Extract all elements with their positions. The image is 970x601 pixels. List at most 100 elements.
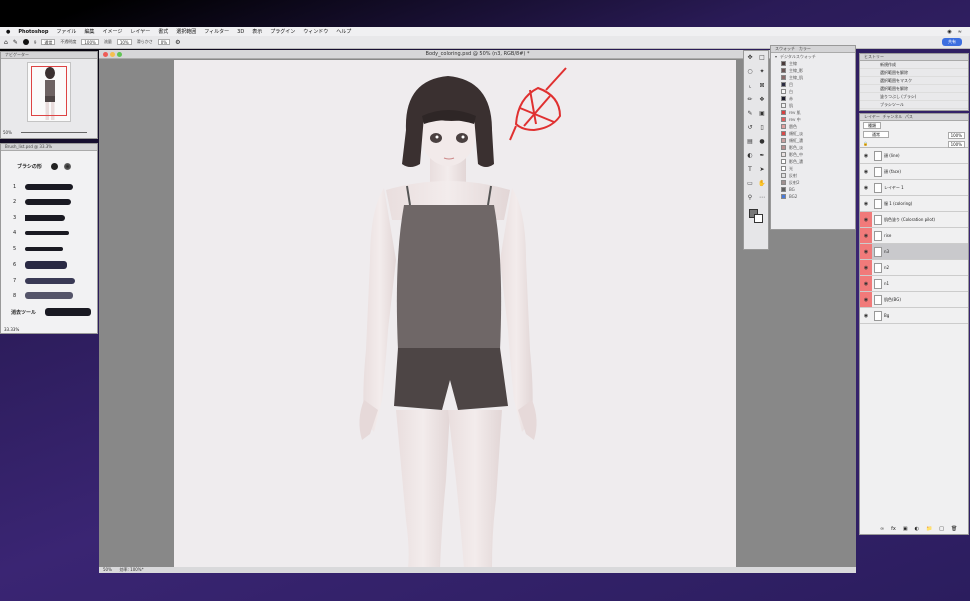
lasso-tool-icon[interactable]: ○ — [746, 68, 754, 76]
swatch-item[interactable]: rev 肌 — [771, 109, 855, 116]
swatch-color-chip[interactable] — [781, 159, 786, 164]
layer-row[interactable]: ◉ レイヤー 1 — [860, 180, 968, 196]
brush-list-title[interactable]: Brush_list.psd @ 33.3% — [1, 144, 97, 151]
brush-stroke-1[interactable] — [25, 184, 73, 190]
layer-row[interactable]: ◉ 顔 (line) — [860, 148, 968, 164]
history-title[interactable]: ヒストリー — [860, 54, 968, 61]
swatch-item[interactable]: 頬紅_淡 — [771, 130, 855, 137]
layer-opacity-field[interactable]: 100% — [947, 132, 965, 139]
swatch-item[interactable]: BG2 — [771, 193, 855, 200]
menu-image[interactable]: イメージ — [102, 28, 122, 35]
history-brush-icon[interactable]: ↺ — [746, 124, 754, 132]
layer-mask-icon[interactable]: ▣ — [903, 526, 908, 532]
brush-stroke-5[interactable] — [25, 247, 63, 251]
navigator-title[interactable]: ナビゲーター — [1, 52, 97, 59]
type-tool-icon[interactable]: T — [746, 166, 754, 174]
navigator-zoom[interactable]: 50% — [3, 130, 12, 135]
apple-icon[interactable]: ● — [6, 29, 10, 35]
magic-wand-tool-icon[interactable]: ✦ — [758, 68, 766, 76]
status-zoom[interactable]: 50% — [103, 567, 112, 572]
brush-stroke-6[interactable] — [25, 261, 67, 269]
eraser-stroke[interactable] — [45, 308, 91, 316]
swatch-item[interactable]: 目 — [771, 81, 855, 88]
swatch-item[interactable]: 光 — [771, 165, 855, 172]
shape-tool-icon[interactable]: ▭ — [746, 180, 754, 188]
move-tool-icon[interactable]: ✥ — [746, 54, 754, 62]
layer-thumbnail[interactable] — [874, 167, 882, 177]
layer-thumbnail[interactable] — [874, 199, 882, 209]
tab-channels[interactable]: チャンネル — [882, 114, 902, 119]
layer-visibility-eye-icon[interactable]: ◉ — [860, 260, 872, 275]
layer-visibility-eye-icon[interactable]: ◉ — [860, 180, 872, 195]
swatch-color-chip[interactable] — [781, 138, 786, 143]
path-select-icon[interactable]: ➤ — [758, 166, 766, 174]
history-item[interactable]: ブラシツール — [860, 101, 968, 109]
status-info[interactable]: 効率: 100%* — [120, 567, 144, 572]
layer-style-icon[interactable]: fx — [891, 526, 896, 532]
layer-lock-icon[interactable]: 🔒 — [863, 141, 868, 146]
blur-tool-icon[interactable]: ● — [758, 138, 766, 146]
control-center-icon[interactable]: ◉ — [947, 29, 951, 35]
menu-type[interactable]: 書式 — [158, 28, 168, 35]
layer-row[interactable]: ◉ 顔 (face) — [860, 164, 968, 180]
layer-name[interactable]: 顔 (line) — [884, 148, 900, 164]
brush-tool-icon[interactable]: ✎ — [13, 39, 18, 46]
layer-row[interactable]: ◉ rise — [860, 228, 968, 244]
tab-swatches[interactable]: スウォッチ — [775, 46, 795, 51]
layer-name[interactable]: 肌色塗り (Coloration pilot) — [884, 212, 935, 228]
menu-app-name[interactable]: Photoshop — [18, 29, 48, 35]
layer-row[interactable]: ◉ 肌色塗り (Coloration pilot) — [860, 212, 968, 228]
brush-round-icon[interactable] — [51, 163, 58, 170]
navigator-zoom-slider[interactable] — [21, 132, 87, 133]
settings-gear-icon[interactable]: ⚙ — [175, 39, 180, 46]
swatch-color-chip[interactable] — [781, 145, 786, 150]
swatch-item[interactable]: 主線 — [771, 60, 855, 67]
layer-row[interactable]: ◉ n1 — [860, 276, 968, 292]
menu-plugins[interactable]: プラグイン — [270, 28, 295, 35]
layer-visibility-eye-icon[interactable]: ◉ — [860, 228, 872, 243]
swatch-color-chip[interactable] — [781, 89, 786, 94]
layer-thumbnail[interactable] — [874, 279, 882, 289]
layer-thumbnail[interactable] — [874, 215, 882, 225]
swatch-color-chip[interactable] — [781, 173, 786, 178]
history-item[interactable]: 選択範囲を解除 — [860, 69, 968, 77]
tab-layers[interactable]: レイヤー — [864, 114, 880, 119]
layer-thumbnail[interactable] — [874, 311, 882, 321]
hand-tool-icon[interactable]: ✋ — [758, 180, 766, 188]
marquee-tool-icon[interactable]: □ — [758, 54, 766, 62]
layer-blend-select[interactable]: 通常 — [863, 131, 889, 138]
history-item[interactable]: 選択範囲を解除 — [860, 85, 968, 93]
dodge-tool-icon[interactable]: ◐ — [746, 152, 754, 160]
layer-name[interactable]: 服 1 (coloring) — [884, 196, 912, 212]
swatch-item[interactable]: BG — [771, 186, 855, 193]
swatch-item[interactable]: 影色_淡 — [771, 144, 855, 151]
frame-tool-icon[interactable]: ⊠ — [758, 82, 766, 90]
history-item[interactable]: 塗りつぶし (ブラシ) — [860, 93, 968, 101]
brush-stroke-4[interactable] — [25, 231, 69, 235]
layer-thumbnail[interactable] — [874, 263, 882, 273]
swatch-item[interactable]: 白 — [771, 88, 855, 95]
menu-select[interactable]: 選択範囲 — [176, 28, 196, 35]
stamp-tool-icon[interactable]: ▣ — [758, 110, 766, 118]
menu-help[interactable]: ヘルプ — [336, 28, 351, 35]
smoothing-field[interactable]: 0% — [157, 39, 171, 45]
swatch-color-chip[interactable] — [781, 61, 786, 66]
layer-thumbnail[interactable] — [874, 151, 882, 161]
new-group-icon[interactable]: 📁 — [926, 526, 932, 532]
menu-file[interactable]: ファイル — [56, 28, 76, 35]
swatch-color-chip[interactable] — [781, 166, 786, 171]
swatch-item[interactable]: 主線_影 — [771, 67, 855, 74]
layer-thumbnail[interactable] — [874, 231, 882, 241]
layer-visibility-eye-icon[interactable]: ◉ — [860, 308, 872, 323]
swatch-color-chip[interactable] — [781, 96, 786, 101]
brush-stroke-2[interactable] — [25, 199, 71, 205]
flow-field[interactable]: 10% — [116, 39, 132, 45]
layer-visibility-eye-icon[interactable]: ◉ — [860, 148, 872, 163]
swatch-color-chip[interactable] — [781, 117, 786, 122]
layer-visibility-eye-icon[interactable]: ◉ — [860, 276, 872, 291]
layer-name[interactable]: レイヤー 1 — [884, 180, 904, 196]
swatch-item[interactable]: 主線_肌 — [771, 74, 855, 81]
tab-paths[interactable]: パス — [905, 114, 913, 119]
share-button[interactable]: 共有 — [942, 38, 962, 46]
crop-tool-icon[interactable]: ⌞ — [746, 82, 754, 90]
